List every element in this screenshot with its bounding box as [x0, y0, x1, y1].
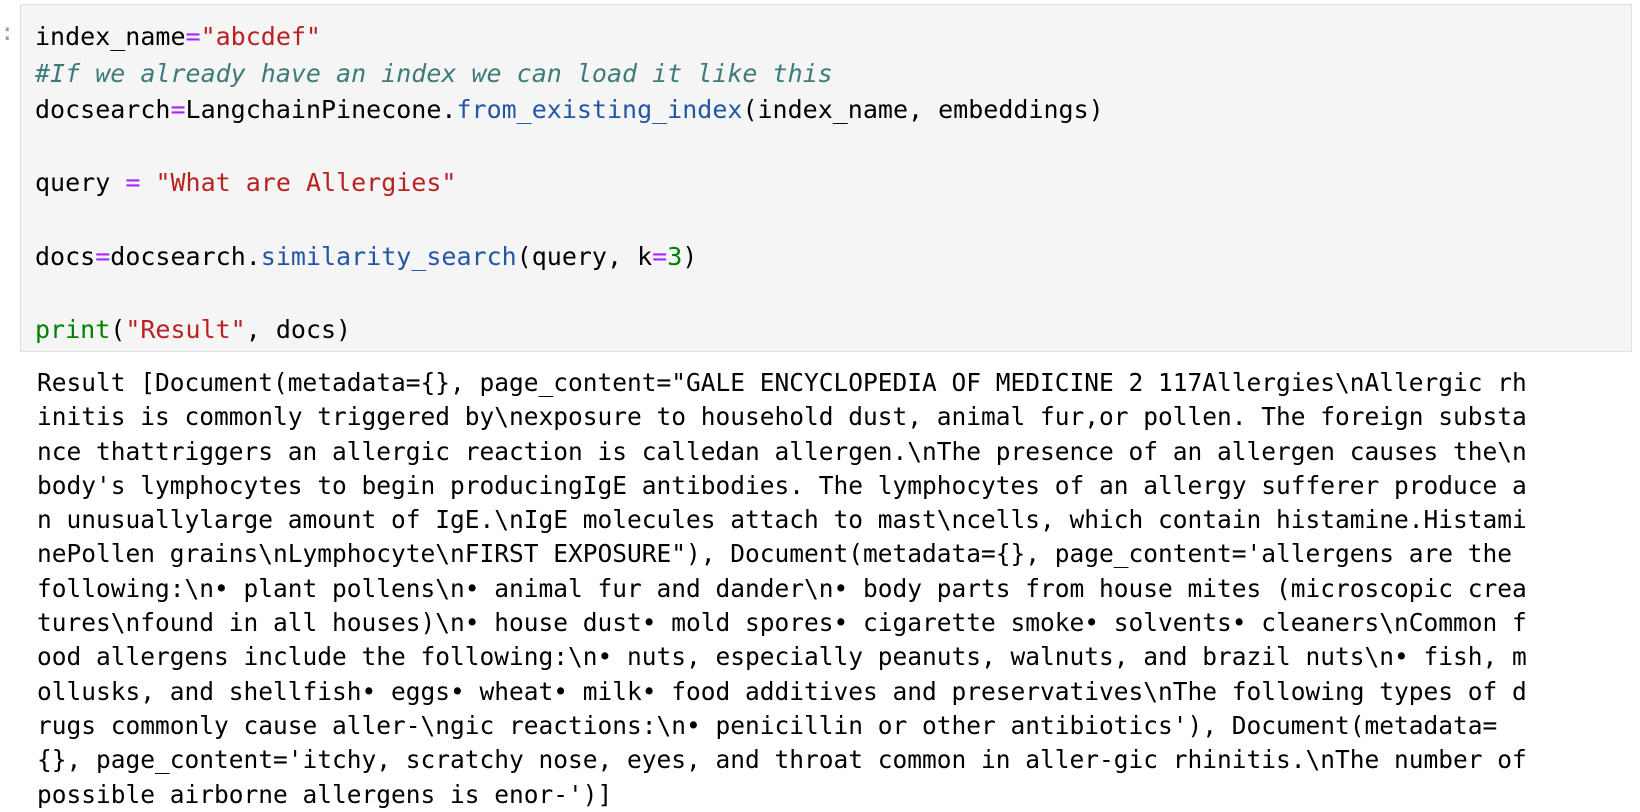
code-token: docs — [35, 241, 96, 271]
output-line: body's lymphocytes to begin producingIgE… — [37, 470, 1527, 500]
output-line: tures\nfound in all houses)\n• house dus… — [37, 608, 1527, 638]
code-token: ) — [682, 241, 698, 271]
code-token: 3 — [667, 241, 683, 271]
code-line-3: docsearch=LangchainPinecone.from_existin… — [35, 92, 1631, 129]
code-line-7: docs=docsearch.similarity_search(query, … — [35, 239, 1631, 276]
code-token: docsearch. — [110, 241, 261, 271]
code-line-9: print("Result", docs) — [35, 312, 1631, 349]
output-line: Result [Document(metadata={}, page_conte… — [37, 368, 1527, 397]
code-token: = — [652, 241, 668, 271]
code-token: = — [170, 95, 186, 125]
code-token: , docs) — [245, 314, 352, 344]
code-cell-editor[interactable]: index_name="abcdef" #If we already have a… — [20, 4, 1632, 352]
code-line-5: query = "What are Allergies" — [35, 165, 1631, 202]
output-line: nePollen grains\nLymphocyte\nFIRST EXPOS… — [37, 539, 1513, 569]
cell-output: Result [Document(metadata={}, page_conte… — [37, 366, 1633, 809]
output-text: Result [Document(metadata={}, page_conte… — [37, 366, 1633, 812]
code-token: from_existing_index — [456, 95, 743, 125]
output-line: rugs commonly cause aller-\ngic reaction… — [37, 710, 1498, 740]
code-token: "abcdef" — [200, 22, 321, 51]
code-token: (index_name, embeddings) — [742, 95, 1104, 125]
notebook-cell: : index_name="abcdef" #If we already have… — [0, 0, 1640, 809]
code-token: LangchainPinecone. — [185, 95, 457, 125]
output-line: n unusuallylarge amount of IgE.\nIgE mol… — [37, 505, 1527, 535]
code-token: "What are Allergies" — [155, 168, 457, 198]
code-line-1: index_name="abcdef" — [35, 19, 1631, 56]
output-line: ollusks, and shellfish• eggs• wheat• mil… — [37, 676, 1527, 706]
code-token: similarity_search — [260, 241, 517, 271]
output-line: ood allergens include the following:\n• … — [37, 642, 1527, 672]
code-block[interactable]: index_name="abcdef" #If we already have a… — [21, 5, 1631, 348]
output-line: initis is commonly triggered by\nexposur… — [37, 402, 1527, 432]
code-token: index_name — [35, 22, 186, 51]
code-token: "Result" — [125, 314, 246, 344]
code-token: print — [35, 314, 111, 344]
code-token: query — [35, 168, 126, 198]
output-line: {}, page_content='itchy, scratchy nose, … — [37, 745, 1527, 775]
code-token: docsearch — [35, 95, 171, 125]
code-line-2: #If we already have an index we can load… — [35, 56, 1631, 93]
code-token: (query, k — [516, 241, 653, 271]
code-token: = — [185, 22, 201, 51]
code-comment: #If we already have an index we can load… — [35, 58, 833, 88]
output-line: possible airborne allergens is enor-')] — [37, 779, 613, 809]
output-line: following:\n• plant pollens\n• animal fu… — [37, 573, 1527, 603]
code-token: ( — [110, 314, 126, 344]
code-token: = — [125, 168, 141, 198]
code-token: = — [95, 241, 111, 271]
output-line: nce thattriggers an allergic reaction is… — [37, 436, 1527, 466]
cell-prompt-marker: : — [0, 18, 15, 46]
